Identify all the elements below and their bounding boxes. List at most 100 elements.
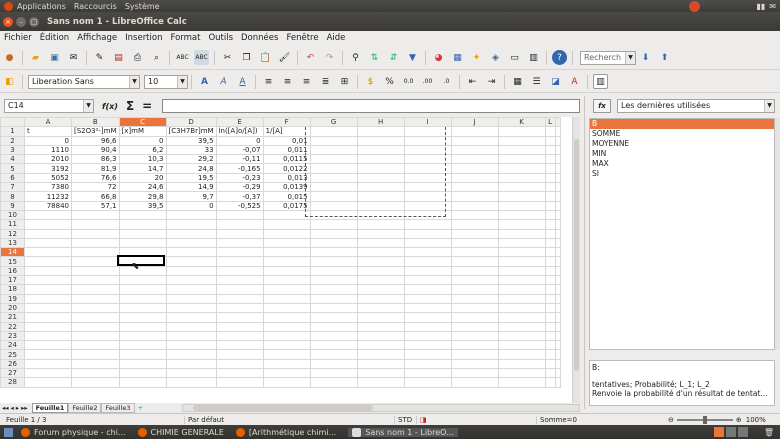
cell[interactable]: [309, 340, 358, 351]
datasource-icon[interactable]: ▥: [526, 50, 541, 65]
email-icon[interactable]: ✉: [66, 50, 81, 65]
cell[interactable]: 72: [71, 182, 120, 193]
cell[interactable]: [497, 330, 546, 342]
cell[interactable]: [356, 256, 405, 267]
cell[interactable]: [165, 265, 217, 277]
cell[interactable]: [356, 284, 405, 295]
function-item[interactable]: SI: [590, 169, 774, 179]
cell[interactable]: [118, 209, 167, 221]
column-header[interactable]: K: [497, 117, 546, 128]
column-header[interactable]: E: [215, 117, 264, 128]
cell[interactable]: [544, 349, 556, 360]
cell[interactable]: [309, 172, 358, 184]
horizontal-scrollbar-thumb[interactable]: [193, 405, 373, 411]
function-item[interactable]: SOMME: [590, 129, 774, 139]
cell[interactable]: [71, 256, 120, 267]
network-icon[interactable]: ▮▮: [756, 2, 765, 11]
cell[interactable]: [118, 358, 167, 370]
cell[interactable]: [356, 340, 405, 351]
currency-icon[interactable]: $: [363, 74, 378, 89]
cell[interactable]: [71, 358, 120, 370]
cell[interactable]: [215, 256, 264, 267]
cell[interactable]: [309, 200, 358, 211]
cell[interactable]: [71, 312, 120, 323]
cell[interactable]: [450, 144, 499, 156]
cell[interactable]: [544, 256, 556, 267]
row-header[interactable]: 20: [0, 302, 25, 314]
cell[interactable]: [215, 377, 264, 388]
cell[interactable]: [356, 228, 405, 239]
tab-nav-prev-icon[interactable]: ◂: [11, 404, 14, 412]
copy-icon[interactable]: ❐: [239, 50, 254, 65]
cell[interactable]: [71, 302, 120, 314]
row-header[interactable]: 8: [0, 191, 25, 202]
cell[interactable]: -0,11: [215, 154, 264, 165]
cell[interactable]: 7380: [24, 182, 72, 193]
row-header[interactable]: 17: [0, 275, 25, 286]
cell[interactable]: [497, 340, 546, 351]
cell[interactable]: [71, 275, 120, 286]
cell[interactable]: [262, 358, 311, 370]
align-right-icon[interactable]: ≡: [299, 74, 314, 89]
spreadsheet-grid[interactable]: A B C D E F G H I J K L 1 t [S2O3²-]mM [x]mM [C3H7Br]mM l…: [0, 117, 580, 403]
menu-item[interactable]: Fichier: [4, 33, 32, 43]
cell[interactable]: [262, 377, 311, 388]
cell[interactable]: [403, 293, 452, 304]
scrollbar-thumb[interactable]: [574, 139, 579, 371]
cell[interactable]: [356, 358, 405, 370]
percent-icon[interactable]: %: [382, 74, 397, 89]
cell[interactable]: [71, 219, 120, 230]
find-previous-icon[interactable]: ⬆: [657, 50, 672, 65]
cell[interactable]: [544, 358, 556, 370]
justify-icon[interactable]: ≣: [318, 74, 333, 89]
cell[interactable]: [450, 247, 499, 258]
sidebar-scrollbar[interactable]: [775, 118, 780, 350]
cut-icon[interactable]: ✂: [220, 50, 235, 65]
cell[interactable]: [24, 330, 72, 342]
cell[interactable]: [497, 209, 546, 221]
cell[interactable]: [403, 265, 452, 277]
underline-icon[interactable]: A: [235, 74, 250, 89]
column-header[interactable]: D: [165, 117, 217, 128]
cell[interactable]: [544, 126, 556, 137]
row-header[interactable]: 19: [0, 293, 25, 304]
decrease-indent-icon[interactable]: ⇤: [465, 74, 480, 89]
cell[interactable]: [71, 349, 120, 360]
cell[interactable]: 24,6: [118, 182, 167, 193]
cell[interactable]: [450, 265, 499, 277]
cell[interactable]: [262, 340, 311, 351]
cell[interactable]: [497, 265, 546, 277]
borders-icon[interactable]: ▦: [510, 74, 525, 89]
remove-decimal-icon[interactable]: .0: [439, 74, 454, 89]
cell[interactable]: [450, 209, 499, 221]
cell[interactable]: 10,3: [118, 154, 167, 165]
ubuntu-logo-icon[interactable]: [4, 1, 13, 11]
row-header[interactable]: 21: [0, 312, 25, 323]
cell[interactable]: [C3H7Br]mM: [165, 126, 217, 137]
cell[interactable]: [356, 219, 405, 230]
cell[interactable]: 81,9: [71, 163, 120, 174]
cell[interactable]: [262, 247, 311, 258]
cell[interactable]: 76,6: [71, 172, 120, 184]
cell[interactable]: [403, 349, 452, 360]
cell[interactable]: [450, 182, 499, 193]
cell[interactable]: [71, 284, 120, 295]
cell[interactable]: [24, 219, 72, 230]
cell[interactable]: [309, 256, 358, 267]
cell[interactable]: [309, 349, 358, 360]
zoom-slider-thumb[interactable]: [702, 415, 707, 424]
undo-icon[interactable]: ↶: [303, 50, 318, 65]
cell[interactable]: [356, 349, 405, 360]
cell[interactable]: [24, 247, 72, 258]
cell[interactable]: [309, 126, 358, 137]
menu-item[interactable]: Données: [241, 33, 278, 43]
cell[interactable]: -0,23: [215, 172, 264, 184]
cell[interactable]: 29,2: [165, 154, 217, 165]
menu-item[interactable]: Aide: [327, 33, 346, 43]
cell[interactable]: [71, 330, 120, 342]
clone-format-icon[interactable]: 🖌: [277, 50, 292, 65]
merge-cells-icon[interactable]: ⊞: [337, 74, 352, 89]
cell[interactable]: [356, 163, 405, 174]
cell[interactable]: [450, 126, 499, 137]
cell[interactable]: [403, 330, 452, 342]
